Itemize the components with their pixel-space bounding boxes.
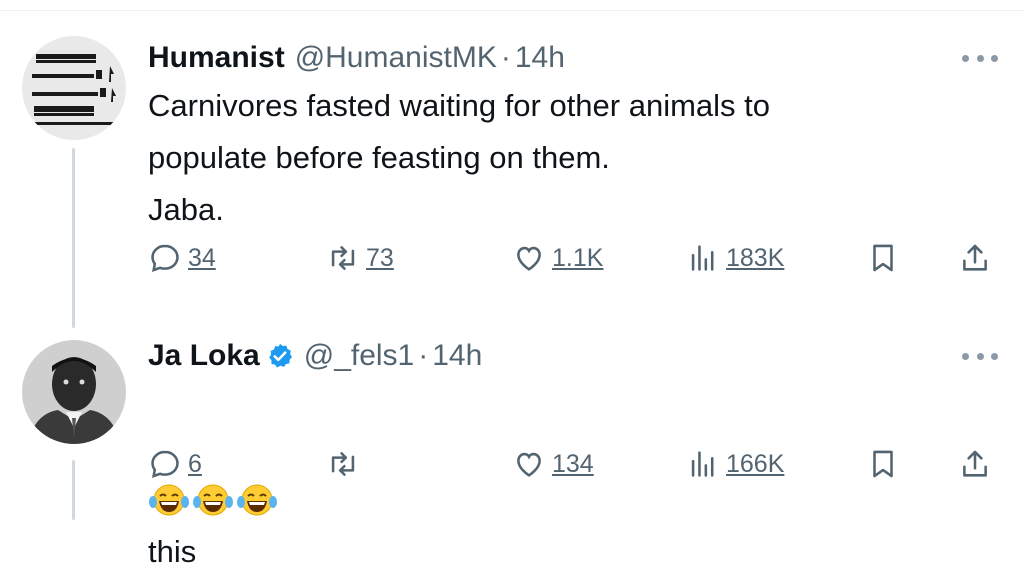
retweet-icon xyxy=(331,452,355,476)
action-bar: 6 134 166K xyxy=(148,444,1008,484)
bookmark-button[interactable] xyxy=(866,444,900,484)
reply-count: 6 xyxy=(188,449,202,478)
reply-button[interactable]: 6 xyxy=(148,444,202,484)
tweet-header: Ja Loka @_fels1 · 14h xyxy=(148,336,482,376)
share-icon xyxy=(963,450,987,477)
display-name[interactable]: Humanist xyxy=(148,41,285,75)
bookmark-icon xyxy=(873,244,893,272)
share-button[interactable] xyxy=(958,238,992,278)
avatar[interactable] xyxy=(22,36,126,140)
tweet-ja-loka[interactable]: Ja Loka @_fels1 · 14h this 6 134 166K xyxy=(0,330,1024,569)
bookmark-button[interactable] xyxy=(866,238,900,278)
views-icon xyxy=(691,245,714,271)
retweet-button[interactable] xyxy=(326,444,366,484)
reply-icon xyxy=(151,450,179,478)
user-handle[interactable]: @_fels1 xyxy=(304,339,415,373)
more-icon[interactable] xyxy=(962,346,998,366)
like-count: 134 xyxy=(552,449,594,478)
tweet-text: Carnivores fasted waiting for other anim… xyxy=(148,88,771,227)
view-count: 166K xyxy=(726,449,785,478)
display-name[interactable]: Ja Loka xyxy=(148,339,260,373)
views-icon xyxy=(691,451,714,477)
views-button[interactable]: 183K xyxy=(686,238,784,278)
tweet-header: Humanist @HumanistMK · 14h xyxy=(148,38,565,78)
views-button[interactable]: 166K xyxy=(686,444,784,484)
bookmark-icon xyxy=(873,450,893,478)
more-icon[interactable] xyxy=(962,48,998,68)
like-icon xyxy=(517,452,541,477)
reply-icon xyxy=(151,244,179,272)
retweet-count: 73 xyxy=(366,243,394,272)
separator: · xyxy=(418,339,429,372)
share-icon xyxy=(963,244,987,271)
action-bar: 34 73 1.1K 183K xyxy=(148,238,1008,278)
retweet-button[interactable]: 73 xyxy=(326,238,394,278)
avatar[interactable] xyxy=(22,340,126,444)
like-icon xyxy=(517,246,541,271)
reply-button[interactable]: 34 xyxy=(148,238,216,278)
timestamp[interactable]: 14h xyxy=(515,41,565,75)
man-portrait-avatar xyxy=(22,340,126,444)
like-button[interactable]: 134 xyxy=(512,444,594,484)
like-button[interactable]: 1.1K xyxy=(512,238,603,278)
like-count: 1.1K xyxy=(552,243,604,272)
retweet-icon xyxy=(331,246,355,270)
tweet-text-word: this xyxy=(148,534,197,569)
thread-line xyxy=(72,148,75,328)
separator: · xyxy=(500,41,511,74)
population-chart-avatar xyxy=(22,36,126,140)
reply-count: 34 xyxy=(188,243,216,272)
user-handle[interactable]: @HumanistMK xyxy=(295,41,497,75)
share-button[interactable] xyxy=(958,444,992,484)
view-count: 183K xyxy=(726,243,785,272)
verified-icon xyxy=(268,343,292,368)
tweet-humanist[interactable]: Humanist @HumanistMK · 14h Carnivores fa… xyxy=(0,0,1024,330)
thread-line xyxy=(72,460,75,520)
timestamp[interactable]: 14h xyxy=(432,339,482,373)
